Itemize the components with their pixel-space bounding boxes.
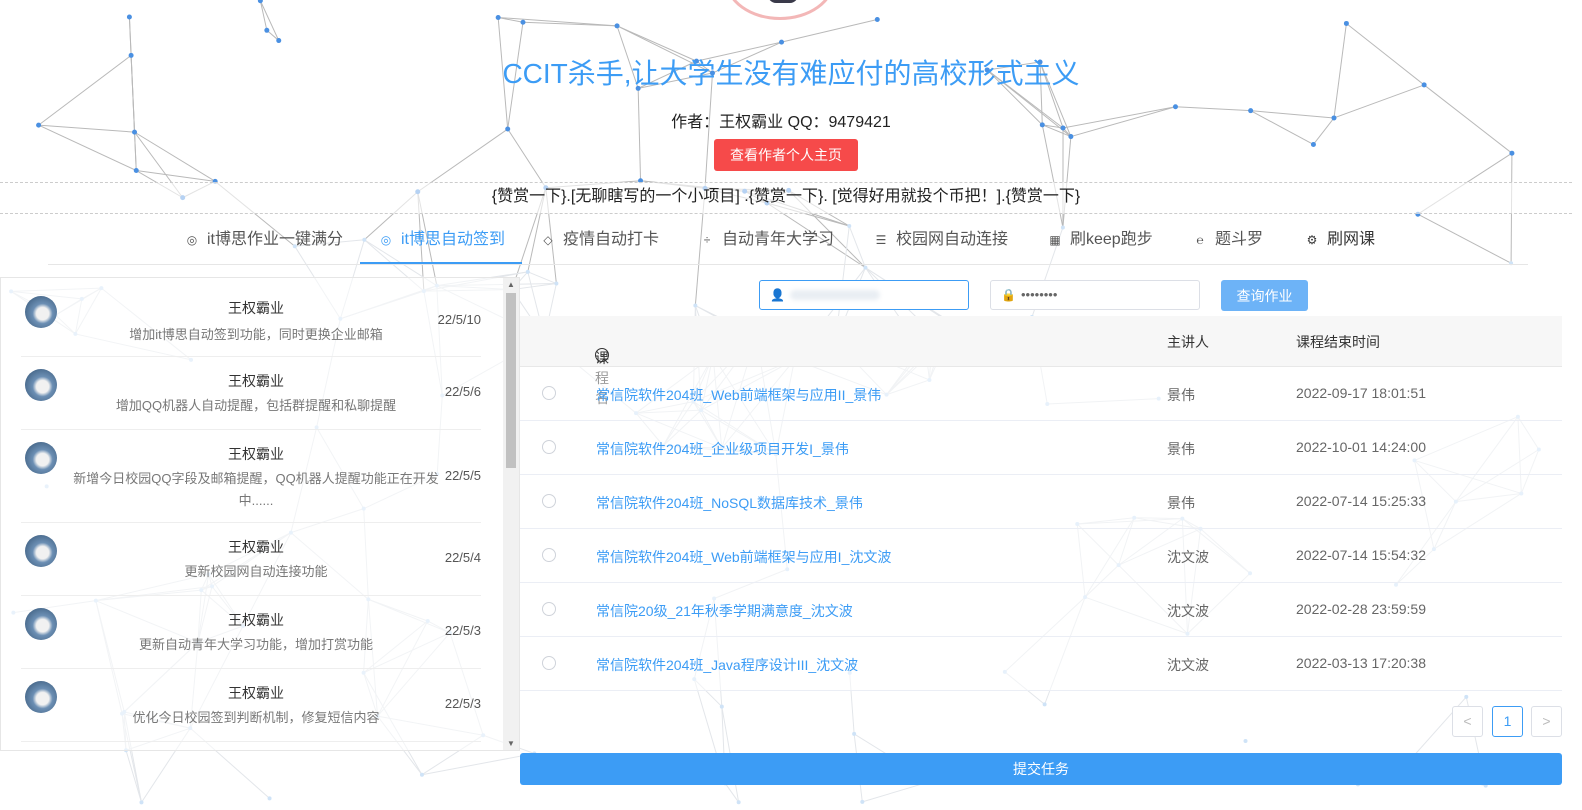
list-item: 王权霸业 增加it博思自动签到功能，同时更换企业邮箱 22/5/10 xyxy=(21,278,481,357)
row-radio[interactable] xyxy=(542,548,556,562)
author-homepage-button[interactable]: 查看作者个人主页 xyxy=(714,139,858,171)
tab-question-bank[interactable]: ℮ 题斗罗 xyxy=(1193,218,1263,264)
list-item: 王权霸业 新增今日校园QQ字段及邮箱提醒，QQ机器人提醒功能正在开发中.....… xyxy=(21,430,481,523)
redacted-account xyxy=(790,290,880,300)
table-header: ⌄课程名 主讲人 课程结束时间 xyxy=(520,316,1562,406)
table-row[interactable]: 常信院软件204班_Web前端框架与应用I_沈文波 沈文波 2022-07-14… xyxy=(520,529,1562,583)
tab-epidemic-checkin[interactable]: ◇ 疫情自动打卡 xyxy=(541,218,659,264)
table-row[interactable]: 常信院20级_21年秋季学期满意度_沈文波 沈文波 2022-02-28 23:… xyxy=(520,583,1562,637)
header-teacher: 主讲人 xyxy=(1167,334,1209,350)
ie-icon: ℮ xyxy=(1196,233,1204,247)
table-row[interactable]: 常信院软件204班_企业级项目开发I_景伟 景伟 2022-10-01 14:2… xyxy=(520,421,1562,475)
grid-icon: ▦ xyxy=(1049,233,1061,247)
scroll-down-icon[interactable]: ▼ xyxy=(507,739,515,748)
row-radio[interactable] xyxy=(542,440,556,454)
avatar xyxy=(25,608,57,640)
tab-homework[interactable]: ◎ it博思作业一键满分 xyxy=(185,218,343,264)
table-row[interactable]: 常信院软件204班_Java程序设计III_沈文波 沈文波 2022-03-13… xyxy=(520,637,1562,691)
table-row[interactable]: 常信院软件204班_NoSQL数据库技术_景伟 景伟 2022-07-14 15… xyxy=(520,475,1562,529)
author-info: 作者：王权霸业 QQ：9479421 xyxy=(671,114,891,131)
lock-icon: 🔒 xyxy=(1001,288,1016,302)
scrollbar-thumb[interactable] xyxy=(506,293,516,468)
pagination-page-1[interactable]: 1 xyxy=(1492,706,1523,737)
list-item: 王权霸业 更新自动青年大学习功能，增加打赏功能 22/5/3 xyxy=(21,596,481,669)
diamond-icon: ◇ xyxy=(543,233,553,247)
tab-campus-network[interactable]: ☰ 校园网自动连接 xyxy=(874,218,1008,264)
divide-icon: ÷ xyxy=(703,233,711,247)
avatar xyxy=(25,535,57,567)
table-row[interactable]: 常信院软件204班_Web前端框架与应用II_景伟 景伟 2022-09-17 … xyxy=(520,367,1562,421)
query-homework-button[interactable]: 查询作业 xyxy=(1221,280,1308,311)
avatar xyxy=(25,442,57,474)
update-log-panel: 王权霸业 增加it博思自动签到功能，同时更换企业邮箱 22/5/10 王权霸业 … xyxy=(0,277,520,751)
header-end-time: 课程结束时间 xyxy=(1296,334,1380,350)
list-item: 王权霸业 增加QQ机器人自动提醒，包括群提醒和私聊提醒 22/5/6 xyxy=(21,357,481,430)
list-item: 王权霸业 更新校园网自动连接功能 22/5/4 xyxy=(21,523,481,596)
feature-tabs: ◎ it博思作业一键满分 ◎ it博思自动签到 ◇ 疫情自动打卡 ÷ 自动青年大学习 ☰… xyxy=(48,218,1528,265)
password-input[interactable]: 🔒 •••••••• xyxy=(990,280,1200,310)
row-radio[interactable] xyxy=(542,386,556,400)
page-title: CCIT杀手,让大学生没有难应付的高校形式主义 xyxy=(502,58,1080,89)
list-icon: ☰ xyxy=(875,233,887,247)
submit-task-button[interactable]: 提交任务 xyxy=(520,753,1562,785)
avatar xyxy=(25,681,57,713)
tip-bar: {赞赏一下}.[无聊瞎写的一个小项目] .{赞赏一下}. [觉得好用就投个币把！… xyxy=(0,182,1572,214)
gear-icon: ⚙ xyxy=(1306,233,1318,247)
list-item: 王权霸业 优化今日校园签到判断机制，修复短信内容 22/5/3 xyxy=(21,669,481,742)
row-radio[interactable] xyxy=(542,656,556,670)
avatar xyxy=(25,369,57,401)
user-icon: 👤 xyxy=(770,288,785,302)
pagination-next-button[interactable]: > xyxy=(1531,706,1562,737)
row-radio[interactable] xyxy=(542,494,556,508)
avatar xyxy=(25,296,57,328)
layers-icon: ◎ xyxy=(380,233,392,247)
pagination-prev-button[interactable]: < xyxy=(1452,706,1483,737)
layers-icon: ◎ xyxy=(186,233,198,247)
account-input[interactable]: 👤 xyxy=(759,280,969,310)
tab-auto-signin[interactable]: ◎ it博思自动签到 xyxy=(360,218,522,264)
row-radio[interactable] xyxy=(542,602,556,616)
update-log-scrollbar[interactable]: ▲ ▼ xyxy=(503,278,519,750)
tab-online-course[interactable]: ⚙ 刷网课 xyxy=(1305,218,1375,264)
scroll-up-icon[interactable]: ▲ xyxy=(507,280,515,289)
tab-keep-running[interactable]: ▦ 刷keep跑步 xyxy=(1048,218,1152,264)
tab-youth-study[interactable]: ÷ 自动青年大学习 xyxy=(700,218,834,264)
